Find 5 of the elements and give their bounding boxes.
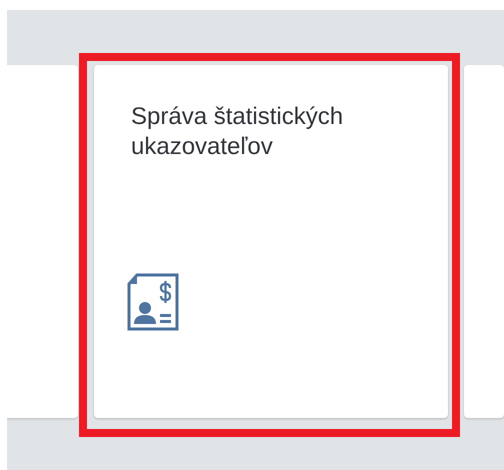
app-tile[interactable]: Správa štatistických ukazovateľov [94, 65, 448, 418]
document-person-dollar-icon [125, 272, 181, 332]
tile-card[interactable] [464, 65, 504, 418]
tile-card[interactable] [7, 65, 78, 418]
tile-title: Správa štatistických ukazovateľov [131, 102, 344, 162]
